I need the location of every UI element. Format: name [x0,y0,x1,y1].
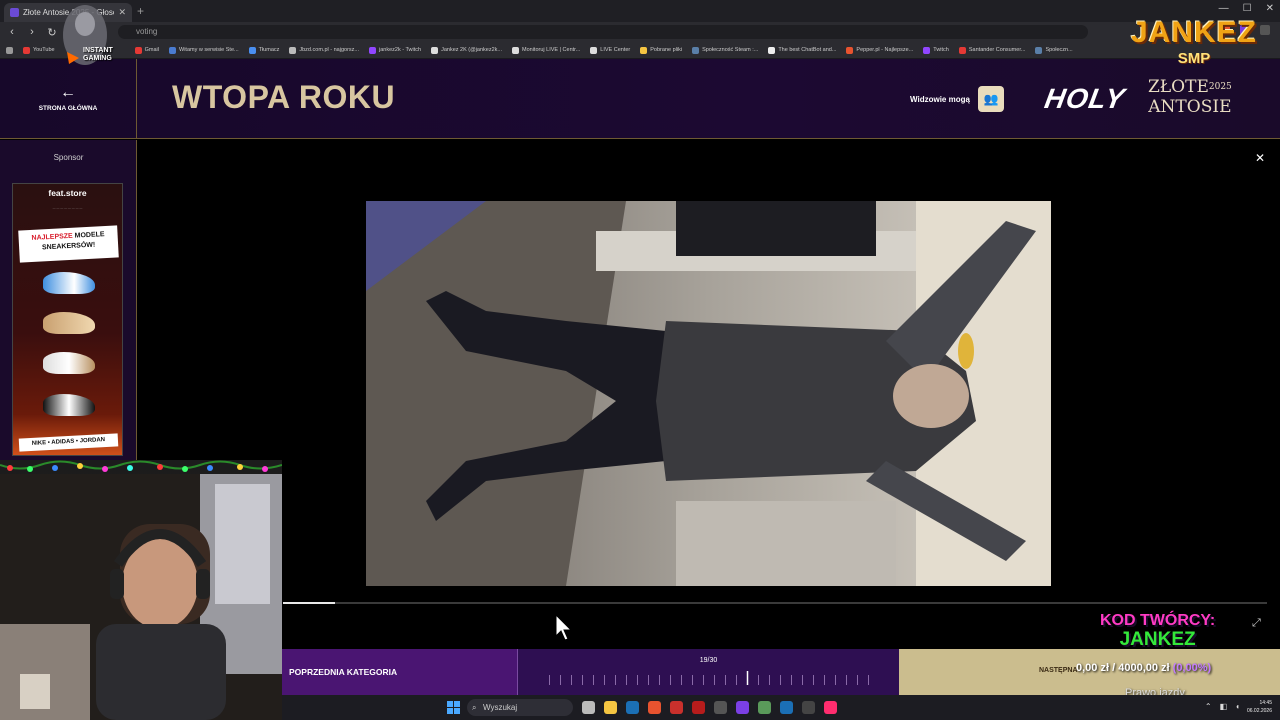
donation-goal: 0,00 zł / 4000,00 zł (0,00%) [1076,662,1212,674]
arrow-left-icon: ← [60,84,76,101]
sneaker-image [43,394,95,416]
search-icon: ⌕ [472,703,477,712]
viewers-label: Widzowie mogą [910,94,970,104]
new-tab-icon[interactable]: + [137,4,144,18]
chevron-up-icon[interactable]: ⌃ [1205,702,1212,711]
bookmarks-bar: YouTube Gmail Witamy w serwisie Ste... T… [0,42,1280,59]
task-view-icon[interactable] [582,701,595,714]
creator-code-overlay: KOD TWÓRCY: JANKEZ [1100,611,1215,649]
bookmark-item[interactable]: Jbzd.com.pl - najgorsz... [289,46,359,54]
bookmark-item[interactable]: Społeczność Steam :... [692,46,758,54]
app-icon[interactable] [758,701,771,714]
browser-tabbar: Złote Antosie 2025 - Głosowanie ✕ + — ☐ … [0,0,1280,22]
sponsor-sidebar: Sponsor feat.store — — — — — — — — NAJLE… [0,140,137,460]
sneaker-image [43,272,95,294]
network-icon[interactable]: ◧ [1220,702,1228,711]
ad-fineprint: — — — — — — — — [52,206,83,210]
bookmark-item[interactable]: YouTube [23,46,55,54]
creator-code-value: JANKEZ [1119,629,1196,650]
sponsor-label: Sponsor [53,153,84,162]
previous-category-button[interactable]: POPRZEDNIA KATEGORIA [282,649,517,695]
bookmark-item[interactable]: The best ChatBot and... [768,46,836,54]
app-icon[interactable] [692,701,705,714]
video-progress-bar[interactable] [283,602,1267,604]
screen: Złote Antosie 2025 - Głosowanie ✕ + — ☐ … [0,0,1280,720]
video-progress-fill [283,602,336,604]
bookmark-item[interactable]: Witamy w serwisie Ste... [169,46,239,54]
category-title: WTOPA ROKU [172,79,396,115]
windows-start-icon[interactable] [447,701,460,714]
fullscreen-icon[interactable]: ⤢ [1252,617,1261,630]
bookmark-item[interactable]: Tłumacz [248,46,279,54]
bookmark-item[interactable]: Monitoruj LIVE | Centr... [512,46,580,54]
bookmark-item[interactable]: Jankez 2K (@jankez2k... [431,46,502,54]
windows-taskbar: ⌕ Wyszukaj ⌃ ◧ ◖ 14:45 06.02.2026 [282,695,1280,720]
holy-logo: HOLY [1042,83,1128,114]
system-tray: ⌃ ◧ ◖ [1205,702,1240,711]
file-explorer-icon[interactable] [604,701,617,714]
close-video-icon[interactable]: ✕ [1255,151,1265,165]
back-icon[interactable]: ‹ [4,26,20,38]
webcam-overlay [0,460,282,720]
bookmark-item[interactable]: Twitch [923,46,949,54]
ad-brand: feat.store [48,188,87,198]
taskbar-search[interactable]: ⌕ Wyszukaj [467,699,573,716]
browser-navbar: ‹ › ↻ voting [0,22,1280,42]
menu-icon[interactable] [1260,25,1270,35]
category-counter-text: 19/30 [699,657,718,664]
window-close-icon[interactable]: ✕ [1266,3,1274,14]
apps-grid-icon[interactable] [6,46,13,54]
bookmark-item[interactable]: Społeczn... [1035,46,1073,54]
discord-icon[interactable] [736,701,749,714]
bookmark-item[interactable]: jankez2k - Twitch [368,46,421,54]
users-icon[interactable]: 👥 [977,86,1004,112]
category-progress-ticks [549,671,869,685]
sneaker-image [43,352,95,374]
address-bar[interactable]: voting [118,25,1088,39]
bookmark-item[interactable]: Pepper.pl - Najlepsze... [846,46,913,54]
sneaker-image [43,312,95,334]
site-header: ← STRONA GŁÓWNA WTOPA ROKU Widzowie mogą… [0,59,1280,139]
taskbar-clock[interactable]: 14:45 06.02.2026 [1247,699,1272,715]
taskbar-apps [582,701,837,714]
zlote-antosie-logo: ZŁOTE2025 ANTOSIE [1148,77,1232,117]
home-back-button[interactable]: ← STRONA GŁÓWNA [0,59,137,139]
jankez-smp-logo: JANKEZ SMP [1130,16,1257,67]
steam-icon[interactable] [780,701,793,714]
viewers-can-vote: Widzowie mogą 👥 [910,86,1004,112]
obs-icon[interactable] [714,701,727,714]
back-label: STRONA GŁÓWNA [38,105,98,112]
steam-icon[interactable] [626,701,639,714]
next-category-label: NASTĘPNA [1039,667,1078,674]
bookmark-item[interactable]: LIVE Center [590,46,630,54]
brave-icon[interactable] [648,701,661,714]
ad-footer: NIKE • ADIDAS • JORDAN [18,433,119,452]
video-player[interactable] [366,201,1051,586]
bookmark-item[interactable]: Pobrane pliki [640,46,682,54]
creator-code-label: KOD TWÓRCY: [1100,612,1216,629]
instant-gaming-overlay: INSTANT GAMING [55,2,130,68]
bookmark-item[interactable]: Gmail [134,46,159,54]
volume-icon[interactable]: ◖ [1235,702,1240,711]
site-favicon-icon [10,8,19,17]
app-icon[interactable] [802,701,815,714]
tiktok-icon[interactable] [824,701,837,714]
mouse-cursor-icon [555,614,573,641]
category-counter: 19/30 [517,649,899,695]
sponsor-ad-banner[interactable]: feat.store — — — — — — — — NAJLEPSZE MOD… [12,183,123,456]
streamer-camera [0,474,282,720]
bookmark-item[interactable]: Santander Consumer... [958,46,1025,54]
forward-icon[interactable]: › [24,26,40,38]
christmas-lights [0,460,282,472]
ad-headline: NAJLEPSZE MODELE SNEAKERSÓW! [18,225,119,263]
app-icon[interactable] [670,701,683,714]
video-frame [366,201,1051,586]
